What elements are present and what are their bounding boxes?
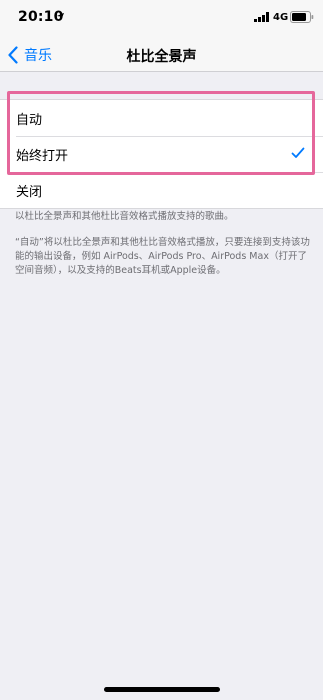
- checkmark-icon: [291, 147, 305, 158]
- option-label: 始终打开: [16, 148, 69, 164]
- option-always-on[interactable]: 始终打开: [0, 136, 323, 172]
- signal-bars-icon: [254, 12, 269, 22]
- navigation-bar: 音乐 杜比全景声: [0, 38, 323, 72]
- page-title: 杜比全景声: [126, 49, 197, 65]
- dolby-options-list: 自动 始终打开 关闭: [0, 99, 323, 209]
- footer-note-2: “自动”将以杜比全景声和其他杜比音效格式播放，只要连接到支持该功能的输出设备，例…: [15, 237, 310, 276]
- network-type: 4G: [273, 12, 289, 23]
- option-off[interactable]: 关闭: [0, 172, 323, 208]
- option-label: 关闭: [16, 184, 43, 200]
- home-indicator[interactable]: [104, 687, 220, 692]
- settings-screen: 20:10 4G 音乐 杜比全景声 自动 始终打开 关闭 以杜比全景声和其他杜比…: [0, 0, 323, 700]
- option-label: 自动: [16, 112, 43, 128]
- status-bar: 20:10 4G: [0, 0, 323, 38]
- option-auto[interactable]: 自动: [0, 100, 323, 136]
- battery-icon: [290, 11, 314, 23]
- footer-note-1: 以杜比全景声和其他杜比音效格式播放支持的歌曲。: [15, 211, 234, 222]
- location-arrow-icon: [56, 12, 65, 21]
